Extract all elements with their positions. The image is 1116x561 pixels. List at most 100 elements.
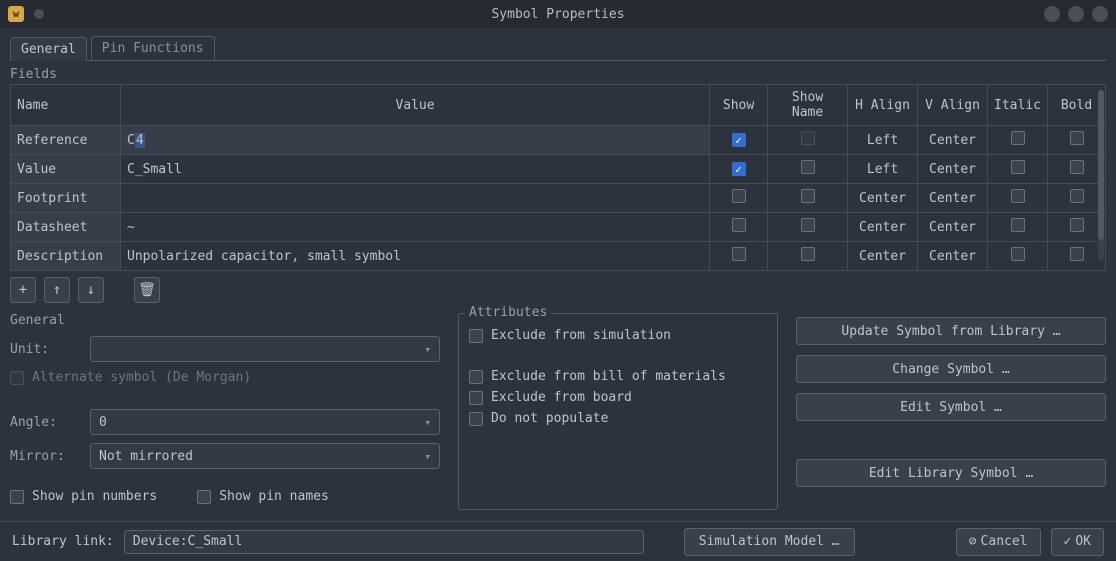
show-pin-names-checkbox[interactable] (197, 490, 211, 504)
col-show-name[interactable]: Show Name (768, 85, 848, 126)
maximize-button[interactable] (1068, 6, 1084, 22)
col-show[interactable]: Show (710, 85, 768, 126)
tab-general[interactable]: General (10, 37, 87, 61)
table-row[interactable]: Footprint CenterCenter (11, 184, 1106, 213)
show-checkbox[interactable] (732, 218, 746, 232)
show-name-checkbox-cell (768, 155, 848, 184)
field-value-cell[interactable]: ~ (121, 213, 710, 242)
v-align-cell[interactable]: Center (918, 184, 988, 213)
show-name-checkbox-cell (768, 184, 848, 213)
library-link-input[interactable]: Device:C_Small (124, 530, 644, 554)
table-row[interactable]: ValueC_Small LeftCenter (11, 155, 1106, 184)
table-row[interactable]: Datasheet~ CenterCenter (11, 213, 1106, 242)
v-align-cell[interactable]: Center (918, 242, 988, 271)
show-checkbox-cell (710, 126, 768, 155)
show-checkbox[interactable] (732, 189, 746, 203)
bold-checkbox[interactable] (1070, 247, 1084, 261)
col-value[interactable]: Value (121, 85, 710, 126)
show-name-checkbox-cell (768, 213, 848, 242)
mirror-value: Not mirrored (99, 449, 193, 464)
minimize-button[interactable] (1044, 6, 1060, 22)
library-link-label: Library link: (12, 534, 114, 549)
tab-bar: General Pin Functions (10, 36, 1106, 61)
field-value-cell[interactable]: C_Small (121, 155, 710, 184)
show-pin-numbers-checkbox[interactable] (10, 490, 24, 504)
v-align-cell[interactable]: Center (918, 155, 988, 184)
h-align-cell[interactable]: Left (848, 126, 918, 155)
col-v-align[interactable]: V Align (918, 85, 988, 126)
add-field-button[interactable]: + (10, 277, 36, 303)
unit-select[interactable] (90, 336, 440, 362)
mirror-select[interactable]: Not mirrored (90, 443, 440, 469)
h-align-cell[interactable]: Left (848, 155, 918, 184)
col-h-align[interactable]: H Align (848, 85, 918, 126)
field-name-cell[interactable]: Description (11, 242, 121, 271)
italic-checkbox[interactable] (1011, 160, 1025, 174)
bold-checkbox-cell (1048, 126, 1106, 155)
exclude-sim-checkbox[interactable] (469, 329, 483, 343)
h-align-cell[interactable]: Center (848, 184, 918, 213)
delete-field-button[interactable]: 🗑 (134, 277, 160, 303)
bold-checkbox[interactable] (1070, 218, 1084, 232)
dnp-checkbox[interactable] (469, 412, 483, 426)
col-bold[interactable]: Bold (1048, 85, 1106, 126)
fields-scrollbar[interactable] (1098, 90, 1104, 260)
unit-label: Unit: (10, 342, 80, 357)
field-value-cell[interactable] (121, 184, 710, 213)
italic-checkbox[interactable] (1011, 131, 1025, 145)
fields-title: Fields (10, 67, 1106, 82)
show-checkbox[interactable] (732, 247, 746, 261)
show-checkbox[interactable] (732, 133, 746, 147)
edit-symbol-label: Edit Symbol … (900, 400, 1002, 415)
fields-table: Name Value Show Show Name H Align V Alig… (10, 84, 1106, 271)
field-value-cell[interactable]: Unpolarized capacitor, small symbol (121, 242, 710, 271)
show-name-checkbox[interactable] (801, 189, 815, 203)
italic-checkbox[interactable] (1011, 247, 1025, 261)
move-up-button[interactable]: ↑ (44, 277, 70, 303)
window-title: Symbol Properties (0, 7, 1116, 22)
bold-checkbox[interactable] (1070, 189, 1084, 203)
move-down-button[interactable]: ↓ (78, 277, 104, 303)
h-align-cell[interactable]: Center (848, 213, 918, 242)
modified-dot-icon (34, 9, 44, 19)
close-button[interactable] (1092, 6, 1108, 22)
col-italic[interactable]: Italic (988, 85, 1048, 126)
scrollbar-thumb[interactable] (1098, 90, 1104, 240)
edit-library-symbol-button[interactable]: Edit Library Symbol … (796, 459, 1106, 487)
cancel-icon: ⊘ (969, 534, 977, 549)
field-name-cell[interactable]: Value (11, 155, 121, 184)
show-name-checkbox[interactable] (801, 218, 815, 232)
change-symbol-label: Change Symbol … (892, 362, 1009, 377)
v-align-cell[interactable]: Center (918, 126, 988, 155)
exclude-bom-checkbox[interactable] (469, 370, 483, 384)
update-symbol-button[interactable]: Update Symbol from Library … (796, 317, 1106, 345)
cancel-button[interactable]: ⊘Cancel (956, 528, 1041, 556)
simulation-model-button[interactable]: Simulation Model … (684, 528, 855, 556)
field-name-cell[interactable]: Footprint (11, 184, 121, 213)
field-name-cell[interactable]: Reference (11, 126, 121, 155)
field-name-cell[interactable]: Datasheet (11, 213, 121, 242)
edit-symbol-button[interactable]: Edit Symbol … (796, 393, 1106, 421)
italic-checkbox-cell (988, 126, 1048, 155)
show-name-checkbox[interactable] (801, 160, 815, 174)
bold-checkbox[interactable] (1070, 131, 1084, 145)
h-align-cell[interactable]: Center (848, 242, 918, 271)
show-name-checkbox[interactable] (801, 247, 815, 261)
exclude-board-checkbox[interactable] (469, 391, 483, 405)
change-symbol-button[interactable]: Change Symbol … (796, 355, 1106, 383)
italic-checkbox[interactable] (1011, 218, 1025, 232)
field-value-cell[interactable]: C4 (121, 126, 710, 155)
show-name-checkbox-cell (768, 242, 848, 271)
table-row[interactable]: ReferenceC4 LeftCenter (11, 126, 1106, 155)
v-align-cell[interactable]: Center (918, 213, 988, 242)
arrow-up-icon: ↑ (53, 282, 61, 298)
italic-checkbox[interactable] (1011, 189, 1025, 203)
ok-button[interactable]: ✓OK (1051, 528, 1104, 556)
col-name[interactable]: Name (11, 85, 121, 126)
angle-select[interactable]: 0 (90, 409, 440, 435)
bold-checkbox[interactable] (1070, 160, 1084, 174)
show-checkbox[interactable] (732, 162, 746, 176)
tab-pin-functions[interactable]: Pin Functions (91, 36, 215, 60)
bold-checkbox-cell (1048, 242, 1106, 271)
table-row[interactable]: DescriptionUnpolarized capacitor, small … (11, 242, 1106, 271)
